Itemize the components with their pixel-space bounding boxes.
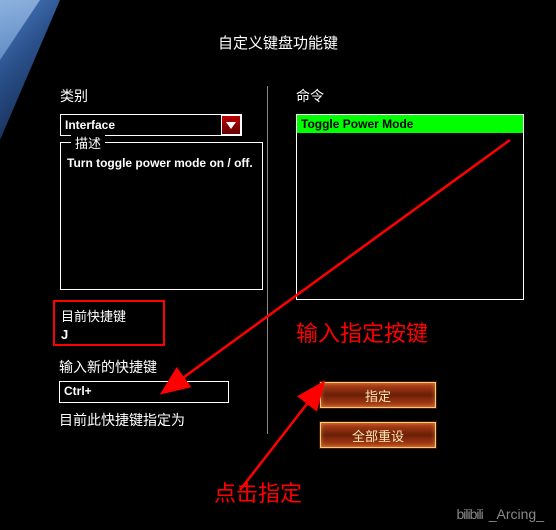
- reset-all-button[interactable]: 全部重设: [320, 422, 436, 448]
- category-label: 类别: [60, 86, 260, 106]
- bilibili-logo: bilibili: [457, 506, 483, 522]
- current-key-highlight: 目前快捷键 J: [53, 300, 165, 346]
- assign-button[interactable]: 指定: [320, 382, 436, 408]
- command-panel: 命令 Toggle Power Mode: [296, 86, 516, 300]
- category-panel: 类别 Interface 描述 Turn toggle power mode o…: [60, 86, 260, 290]
- annotation-input-key: 输入指定按键: [296, 316, 428, 348]
- dialog-title: 自定义键盘功能键: [0, 32, 556, 53]
- new-key-label: 输入新的快捷键: [59, 357, 229, 377]
- new-key-section: 输入新的快捷键 Ctrl+: [59, 357, 229, 403]
- description-fieldset: 描述 Turn toggle power mode on / off.: [60, 142, 263, 290]
- annotation-click-assign: 点击指定: [214, 476, 302, 508]
- current-key-value: J: [61, 327, 157, 342]
- description-text: Turn toggle power mode on / off.: [67, 151, 256, 172]
- category-value: Interface: [65, 118, 115, 132]
- description-legend: 描述: [71, 133, 105, 152]
- command-listbox[interactable]: Toggle Power Mode: [296, 114, 524, 300]
- new-key-input[interactable]: Ctrl+: [59, 381, 229, 403]
- chevron-down-icon[interactable]: [221, 115, 241, 135]
- current-key-label: 目前快捷键: [61, 306, 157, 325]
- command-item-selected[interactable]: Toggle Power Mode: [297, 115, 523, 133]
- assigned-to-label: 目前此快捷键指定为: [59, 410, 185, 430]
- command-label: 命令: [296, 86, 516, 106]
- watermark: bilibili _Arcing_: [457, 506, 545, 522]
- divider: [267, 86, 268, 434]
- watermark-user: _Arcing_: [489, 506, 544, 522]
